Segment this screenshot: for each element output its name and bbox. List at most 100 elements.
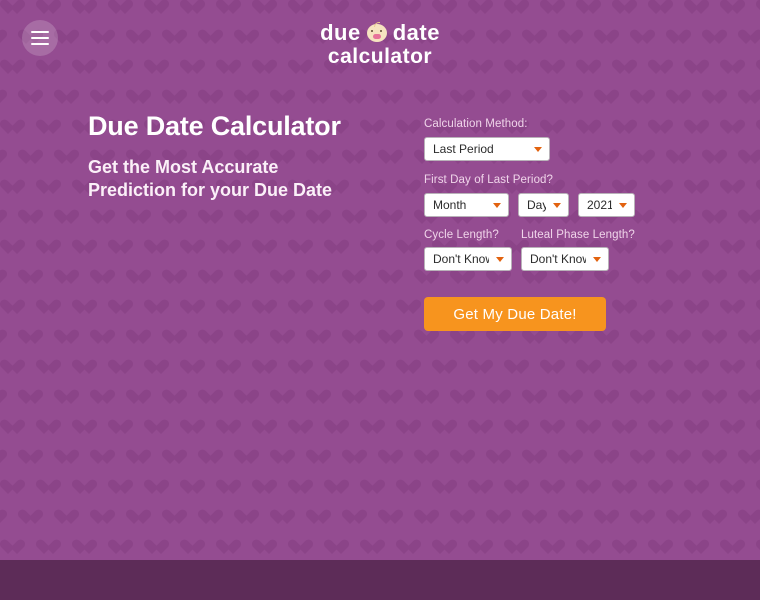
- year-select[interactable]: 2021: [578, 192, 635, 217]
- heart-icon: [396, 240, 413, 255]
- heart-icon: [126, 510, 143, 525]
- length-labels-row: Cycle Length? Luteal Phase Length?: [424, 229, 639, 243]
- heart-icon: [468, 540, 485, 555]
- calculation-method-select[interactable]: Last Period: [424, 136, 550, 161]
- heart-icon: [108, 240, 125, 255]
- heart-icon: [72, 480, 89, 495]
- heart-icon: [144, 360, 161, 375]
- heart-icon: [378, 90, 395, 105]
- get-my-due-date-button[interactable]: Get My Due Date!: [424, 297, 606, 332]
- heart-icon: [450, 330, 467, 345]
- cycle-length-select-wrap[interactable]: Don't Know: [424, 247, 512, 272]
- heart-icon: [18, 210, 35, 225]
- calculation-method-row: Last Period: [424, 136, 639, 161]
- heart-icon: [684, 240, 701, 255]
- heart-icon: [738, 150, 755, 165]
- heart-icon: [288, 420, 305, 435]
- heart-icon: [396, 480, 413, 495]
- heart-icon: [36, 120, 53, 135]
- site-logo[interactable]: due date calculator: [0, 22, 760, 69]
- heart-icon: [324, 300, 341, 315]
- heart-icon: [396, 420, 413, 435]
- luteal-phase-select-wrap[interactable]: Don't Know: [521, 247, 609, 272]
- luteal-phase-select[interactable]: Don't Know: [521, 247, 609, 272]
- heart-icon: [648, 120, 665, 135]
- heart-icon: [180, 300, 197, 315]
- heart-icon: [378, 510, 395, 525]
- heart-icon: [18, 90, 35, 105]
- heart-icon: [0, 420, 17, 435]
- heart-icon: [450, 510, 467, 525]
- heart-icon: [702, 90, 719, 105]
- heart-icon: [144, 240, 161, 255]
- heart-icon: [342, 270, 359, 285]
- month-select[interactable]: Month: [424, 192, 509, 217]
- heart-icon: [666, 330, 683, 345]
- heart-icon: [162, 450, 179, 465]
- heart-icon: [144, 300, 161, 315]
- heart-icon: [54, 450, 71, 465]
- heart-icon: [324, 0, 341, 15]
- heart-icon: [36, 180, 53, 195]
- heart-icon: [234, 450, 251, 465]
- heart-icon: [648, 300, 665, 315]
- heart-icon: [612, 420, 629, 435]
- heart-icon: [288, 240, 305, 255]
- heart-icon: [756, 300, 760, 315]
- heart-icon: [144, 540, 161, 555]
- heart-icon: [576, 420, 593, 435]
- day-select[interactable]: Day: [518, 192, 569, 217]
- heart-icon: [756, 360, 760, 375]
- heart-icon: [504, 480, 521, 495]
- year-select-wrap[interactable]: 2021: [578, 192, 635, 217]
- heart-icon: [216, 300, 233, 315]
- heart-icon: [0, 120, 17, 135]
- heart-icon: [198, 390, 215, 405]
- heart-icon: [36, 480, 53, 495]
- heart-icon: [18, 450, 35, 465]
- cycle-length-select[interactable]: Don't Know: [424, 247, 512, 272]
- length-select-row: Don't Know Don't Know: [424, 247, 639, 272]
- heart-icon: [594, 450, 611, 465]
- heart-icon: [486, 510, 503, 525]
- heart-icon: [0, 480, 17, 495]
- due-date-form: Calculation Method: Last Period First Da…: [424, 118, 639, 332]
- heart-icon: [72, 120, 89, 135]
- heart-icon: [126, 270, 143, 285]
- heart-icon: [522, 90, 539, 105]
- calculation-method-select-wrap[interactable]: Last Period: [424, 136, 550, 161]
- logo-word-calculator: calculator: [327, 45, 433, 68]
- heart-icon: [432, 540, 449, 555]
- heart-icon: [126, 390, 143, 405]
- heart-icon: [342, 330, 359, 345]
- heart-icon: [738, 210, 755, 225]
- heart-icon: [738, 90, 755, 105]
- heart-icon: [720, 360, 737, 375]
- day-select-wrap[interactable]: Day: [518, 192, 569, 217]
- heart-icon: [612, 540, 629, 555]
- heart-icon: [198, 450, 215, 465]
- heart-icon: [540, 420, 557, 435]
- heart-icon: [450, 450, 467, 465]
- heart-icon: [360, 240, 377, 255]
- heart-icon: [360, 480, 377, 495]
- heart-icon: [0, 180, 17, 195]
- month-select-wrap[interactable]: Month: [424, 192, 509, 217]
- heart-icon: [162, 210, 179, 225]
- heart-icon: [396, 300, 413, 315]
- heart-icon: [756, 120, 760, 135]
- heart-icon: [288, 300, 305, 315]
- heart-icon: [234, 510, 251, 525]
- heart-icon: [648, 480, 665, 495]
- page-title: Due Date Calculator: [88, 111, 341, 141]
- heart-icon: [522, 390, 539, 405]
- heart-icon: [144, 0, 161, 15]
- heart-icon: [180, 540, 197, 555]
- page-root: due date calculator Due Date Calculator …: [0, 0, 760, 600]
- heart-icon: [378, 210, 395, 225]
- heart-icon: [360, 360, 377, 375]
- heart-icon: [234, 270, 251, 285]
- heart-icon: [360, 0, 377, 15]
- heart-icon: [468, 360, 485, 375]
- heart-icon: [342, 390, 359, 405]
